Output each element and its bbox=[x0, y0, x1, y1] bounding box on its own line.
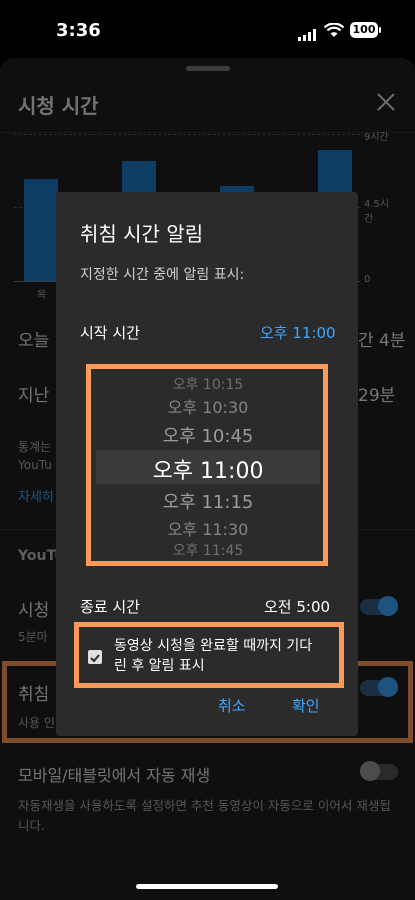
battery-tip bbox=[379, 27, 381, 33]
dialog-subtitle: 지정한 시간 중에 알림 표시: bbox=[80, 267, 245, 283]
start-time-value[interactable]: 오후 11:00 bbox=[260, 322, 336, 343]
wait-checkbox[interactable] bbox=[88, 650, 102, 664]
bedtime-dialog: 취침 시간 알림 지정한 시간 중에 알림 표시: 시작 시간 오후 11:00… bbox=[56, 192, 358, 736]
battery-level: 100 bbox=[352, 23, 376, 36]
confirm-button[interactable]: 확인 bbox=[292, 695, 320, 716]
cancel-button[interactable]: 취소 bbox=[218, 695, 246, 716]
checkbox-label[interactable]: 동영상 시청을 완료할 때까지 기다린 후 알림 표시 bbox=[114, 636, 320, 676]
start-time-label: 시작 시간 bbox=[80, 324, 140, 342]
home-indicator bbox=[136, 884, 278, 889]
status-time: 3:36 bbox=[56, 20, 101, 41]
end-time-value[interactable]: 오전 5:00 bbox=[264, 596, 330, 617]
end-time-label: 종료 시간 bbox=[80, 598, 140, 616]
dialog-title: 취침 시간 알림 bbox=[80, 222, 204, 246]
wifi-icon bbox=[323, 22, 345, 42]
highlight-time-picker bbox=[86, 364, 328, 566]
signal-icon bbox=[298, 26, 318, 45]
checkmark-icon bbox=[90, 654, 100, 663]
